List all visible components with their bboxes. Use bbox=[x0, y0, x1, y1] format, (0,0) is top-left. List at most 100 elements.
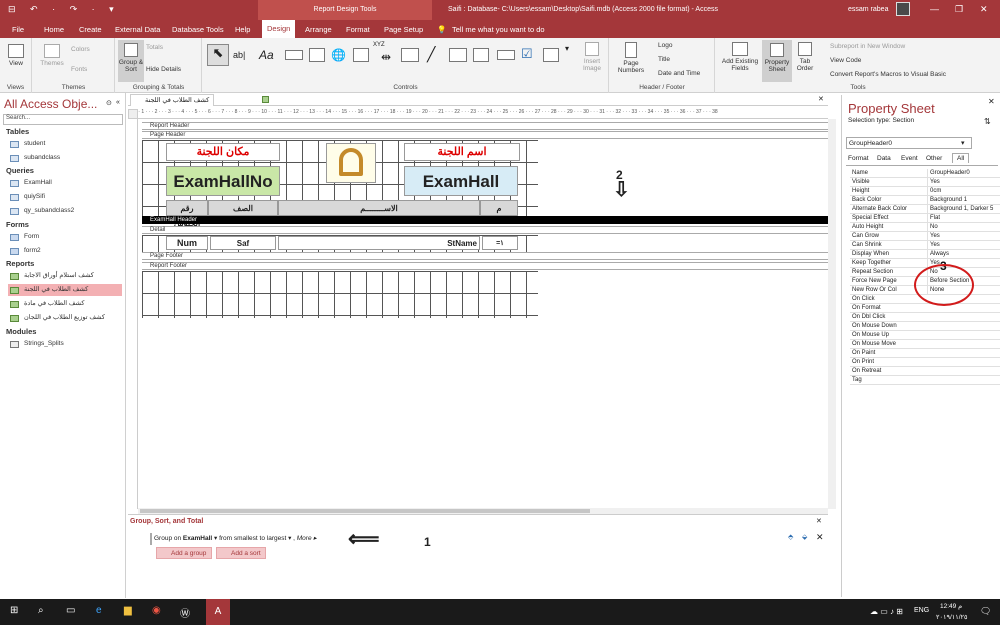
task-view-icon[interactable]: ▭ bbox=[66, 605, 75, 616]
prop-tab-event[interactable]: Event bbox=[901, 155, 918, 162]
add-group-button[interactable]: Add a group bbox=[156, 547, 212, 559]
ruler-corner[interactable] bbox=[128, 109, 138, 119]
tab-page-setup[interactable]: Page Setup bbox=[384, 25, 423, 34]
document-tab[interactable]: كشف الطلاب في اللجنة bbox=[130, 94, 215, 106]
option-group-icon[interactable]: XYZ bbox=[373, 42, 385, 48]
insert-image-button[interactable]: Insert Image bbox=[577, 42, 607, 72]
themes-button[interactable]: Themes bbox=[37, 44, 67, 67]
num-field[interactable]: Num bbox=[166, 236, 208, 250]
nav-category-reports[interactable]: Reports bbox=[6, 259, 34, 268]
tab-control-icon[interactable] bbox=[309, 48, 325, 62]
property-row[interactable]: On Mouse Up bbox=[850, 331, 1000, 340]
more-controls-icon[interactable]: ▾ bbox=[565, 44, 569, 53]
nav-item-form[interactable]: Form bbox=[8, 231, 122, 243]
property-row[interactable]: Can Shrink Yes bbox=[850, 241, 1000, 250]
checkbox-icon[interactable]: ☑ bbox=[521, 46, 533, 62]
class-header[interactable]: الصف bbox=[208, 200, 278, 216]
nav-item-qy-subandclass2[interactable]: qy_subandclass2 bbox=[8, 205, 122, 217]
date-time-button[interactable]: Date and Time bbox=[658, 70, 700, 77]
property-row[interactable]: Visible Yes bbox=[850, 178, 1000, 187]
tab-home[interactable]: Home bbox=[44, 25, 64, 34]
tab-help[interactable]: Help bbox=[235, 25, 250, 34]
nav-item-subandclass[interactable]: subandclass bbox=[8, 152, 122, 164]
section-report-footer[interactable]: Report Footer bbox=[142, 262, 830, 270]
property-row[interactable]: Auto Height No bbox=[850, 223, 1000, 232]
object-selector[interactable]: GroupHeader0 bbox=[846, 137, 972, 149]
examhall-field[interactable]: ExamHall bbox=[404, 166, 518, 196]
option-button-icon[interactable] bbox=[497, 50, 515, 60]
combo-box-icon[interactable] bbox=[543, 48, 559, 62]
input-language[interactable]: ENG bbox=[914, 607, 929, 614]
property-value[interactable]: 0cm bbox=[927, 187, 1000, 196]
property-row[interactable]: Tag bbox=[850, 376, 1000, 385]
property-row[interactable]: Special Effect Flat bbox=[850, 214, 1000, 223]
sort-properties-icon[interactable]: ⇅ bbox=[984, 117, 991, 126]
collapse-pane-icon[interactable]: « bbox=[116, 99, 120, 106]
close-document-icon[interactable]: ✕ bbox=[818, 95, 824, 103]
navigation-control-icon[interactable] bbox=[353, 48, 369, 62]
windows-start-icon[interactable]: ⊞ bbox=[10, 605, 18, 616]
user-name[interactable]: essam rabea bbox=[848, 6, 888, 13]
close-property-sheet-icon[interactable]: ✕ bbox=[988, 97, 995, 106]
examhallno-field[interactable]: ExamHallNo bbox=[166, 166, 280, 196]
property-row[interactable]: Back Color Background 1 bbox=[850, 196, 1000, 205]
textbox-control-icon[interactable]: Aa bbox=[259, 48, 274, 62]
saf-field[interactable]: Saf bbox=[210, 236, 276, 250]
view-button[interactable]: View bbox=[4, 44, 28, 67]
clock-date[interactable]: ٢٠١٩/١١/٢٥ bbox=[936, 613, 968, 621]
property-row[interactable]: On Mouse Down bbox=[850, 322, 1000, 331]
nav-item-report-4[interactable]: كشف توزيع الطلاب في اللجان bbox=[8, 312, 122, 324]
convert-macros-button[interactable]: Convert Report's Macros to Visual Basic bbox=[830, 71, 946, 78]
button-control-icon[interactable] bbox=[285, 50, 303, 60]
nav-item-report-1[interactable]: كشف استلام أوراق الاجابة bbox=[8, 270, 122, 282]
add-existing-fields-button[interactable]: Add Existing Fields bbox=[720, 42, 760, 72]
move-up-icon[interactable]: ⬘ bbox=[788, 533, 793, 541]
group-sort-button[interactable]: Group & Sort bbox=[118, 40, 144, 82]
nav-item-report-3[interactable]: كشف الطلاب في مادة bbox=[8, 298, 122, 310]
property-value[interactable]: Yes bbox=[927, 232, 1000, 241]
tab-format[interactable]: Format bbox=[346, 25, 370, 34]
property-row[interactable]: On Print bbox=[850, 358, 1000, 367]
section-detail[interactable]: Detail bbox=[142, 226, 830, 234]
chrome-icon[interactable]: ◉ bbox=[152, 605, 161, 616]
system-tray-icons[interactable]: ☁ ▭ ♪ ⊞ bbox=[870, 607, 903, 616]
toggle-button-icon[interactable] bbox=[473, 48, 489, 62]
close-gst-icon[interactable]: ✕ bbox=[816, 517, 822, 525]
chevron-down-icon[interactable]: ⊙ bbox=[106, 99, 112, 107]
nav-search-input[interactable]: Search... bbox=[3, 114, 123, 125]
select-pointer-icon[interactable]: ⬉ bbox=[207, 44, 229, 66]
horizontal-scroll-thumb[interactable] bbox=[140, 509, 590, 513]
exam-place-label[interactable]: مكان اللجنة bbox=[166, 143, 280, 161]
subreport-new-window-button[interactable]: Subreport in New Window bbox=[830, 43, 905, 50]
totals-button[interactable]: Totals bbox=[146, 44, 163, 51]
quick-access-toolbar[interactable]: ⊟ ↶ · ↷ · ▾ bbox=[8, 4, 120, 15]
student-name-header[interactable]: الاســــــــم bbox=[278, 200, 480, 216]
prop-tab-format[interactable]: Format bbox=[848, 155, 869, 162]
tab-database-tools[interactable]: Database Tools bbox=[172, 25, 224, 34]
nav-category-tables[interactable]: Tables bbox=[6, 127, 29, 136]
minimize-icon[interactable]: — bbox=[930, 4, 939, 14]
view-code-button[interactable]: View Code bbox=[830, 57, 861, 64]
serial-header[interactable]: م bbox=[480, 200, 518, 216]
property-value[interactable]: Background 1 bbox=[927, 196, 1000, 205]
tell-me-box[interactable]: Tell me what you want to do bbox=[452, 25, 545, 34]
tab-design[interactable]: Design bbox=[262, 20, 296, 38]
exam-name-label[interactable]: اسم اللجنة bbox=[404, 143, 520, 161]
colors-button[interactable]: Colors bbox=[71, 46, 90, 53]
property-value[interactable]: Background 1, Darker 5 bbox=[927, 205, 1000, 214]
property-row[interactable]: Keep Together Yes bbox=[850, 259, 1000, 268]
group-field-select[interactable]: ExamHall bbox=[183, 535, 212, 542]
notifications-icon[interactable]: 🗨 bbox=[980, 606, 991, 617]
line-icon[interactable]: ╱ bbox=[427, 46, 435, 63]
page-break-icon[interactable]: ⇹ bbox=[381, 50, 391, 64]
more-options-link[interactable]: More ▸ bbox=[297, 535, 317, 542]
property-sheet-button[interactable]: Property Sheet bbox=[762, 40, 792, 82]
close-icon[interactable]: ✕ bbox=[980, 4, 988, 15]
nav-item-examhall[interactable]: ExamHall bbox=[8, 177, 122, 189]
chart-icon[interactable] bbox=[401, 48, 419, 62]
property-value[interactable]: No bbox=[927, 223, 1000, 232]
property-value[interactable]: Yes bbox=[927, 241, 1000, 250]
nav-category-forms[interactable]: Forms bbox=[6, 220, 29, 229]
prop-tab-data[interactable]: Data bbox=[877, 155, 891, 162]
maximize-icon[interactable]: ❐ bbox=[955, 4, 963, 15]
